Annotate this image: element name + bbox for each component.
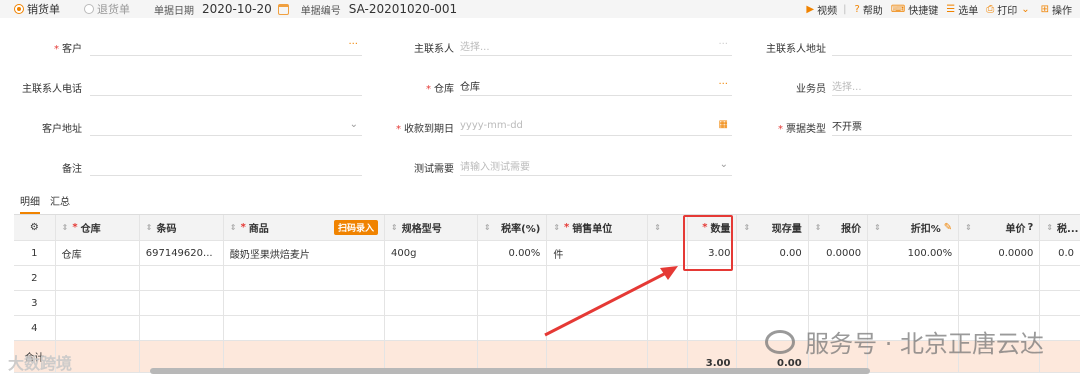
help-icon[interactable]: ? xyxy=(1028,222,1034,233)
warehouse-field[interactable]: 仓库 ··· xyxy=(460,76,732,96)
col-discount[interactable]: ⇕ 折扣% ✎ xyxy=(868,215,960,240)
table-row[interactable]: 1 仓库 697149620... 酸奶坚果烘焙麦片 400g 0.00% 件 … xyxy=(14,241,1080,266)
horizontal-scrollbar[interactable] xyxy=(150,368,870,374)
warehouse-label: * 仓库 xyxy=(426,84,454,95)
sale-order-radio[interactable]: 销货单 xyxy=(14,1,60,17)
col-quote[interactable]: ⇕ 报价 xyxy=(809,215,869,240)
col-unit-price[interactable]: ⇕ 单价? xyxy=(959,215,1041,240)
doc-no-label: 单据编号 xyxy=(300,5,341,17)
select-order-button[interactable]: ☰ 选单 xyxy=(946,2,978,17)
grid-icon: ⊞ xyxy=(1040,3,1049,15)
test-need-label: 测试需要 xyxy=(414,164,454,175)
table-row[interactable]: 2 xyxy=(14,266,1080,291)
calendar-icon[interactable]: ▦ xyxy=(719,119,728,130)
contact-label: 主联系人 xyxy=(414,44,454,55)
watermark: 服务号 · 北京正唐云达 xyxy=(765,324,1044,359)
chevron-down-icon[interactable]: ⌄ xyxy=(720,159,728,170)
col-warehouse[interactable]: ⇕ * 仓库 xyxy=(56,215,140,240)
date-label: 单据日期 xyxy=(154,5,194,17)
video-button[interactable]: ▶ 视频 | xyxy=(806,2,846,17)
col-tax-rate[interactable]: ⇕ 税率(%) xyxy=(478,215,548,240)
col-barcode[interactable]: ⇕ 条码 xyxy=(140,215,224,240)
grid-settings-icon[interactable]: ⚙ xyxy=(14,215,56,240)
radio-unselected-icon xyxy=(84,4,94,14)
calendar-icon[interactable] xyxy=(277,3,289,15)
chevron-down-icon[interactable]: ⌄ xyxy=(350,119,358,130)
contact-address-field[interactable] xyxy=(832,36,1072,56)
invoice-type-field[interactable]: 不开票 xyxy=(832,116,1072,136)
quantity-highlight-box xyxy=(683,215,733,271)
due-date-label: * 收款到期日 xyxy=(396,124,454,135)
date-value[interactable]: 2020-10-20 xyxy=(202,2,272,16)
form-row-3: 客户地址 ⌄ * 收款到期日 yyyy-mm-dd ▦ * 票据类型 不开票 xyxy=(0,110,1080,148)
grid-header-row: ⚙ ⇕ * 仓库 ⇕ 条码 ⇕ * 商品 扫码录入 ⇕ 规格型号 ⇕ 税率(%) ⇕ * 销售单位 … xyxy=(14,215,1080,241)
customer-label: * 客户 xyxy=(54,44,82,55)
operations-button[interactable]: ⊞ 操作 xyxy=(1041,2,1072,17)
due-date-field[interactable]: yyyy-mm-dd ▦ xyxy=(460,116,732,136)
col-sales-unit[interactable]: ⇕ * 销售单位 xyxy=(547,215,649,240)
note-label: 备注 xyxy=(62,164,82,175)
col-spec[interactable]: ⇕ 规格型号 xyxy=(385,215,479,240)
tab-summary[interactable]: 汇总 xyxy=(50,193,70,214)
toolbar: ▶ 视频 | ? 帮助 ⌨ 快捷键 ☰ 选单 ⎙ 打印 ⌄ ⊞ 操作 xyxy=(798,0,1072,18)
test-need-select[interactable]: 请输入测试需要 ⌄ xyxy=(460,156,732,176)
corner-watermark: 大数跨境 xyxy=(8,354,73,373)
note-field[interactable] xyxy=(90,156,362,176)
print-button[interactable]: ⎙ 打印 ⌄ xyxy=(986,2,1032,17)
doc-no-value: SA-20201020-001 xyxy=(348,2,458,16)
return-order-radio[interactable]: 退货单 xyxy=(84,1,130,17)
wechat-icon xyxy=(765,329,796,354)
help-icon: ? xyxy=(854,3,860,15)
contact-field[interactable]: 选择... ··· xyxy=(460,36,732,56)
list-icon: ☰ xyxy=(946,3,956,15)
col-blank: ⇕ xyxy=(648,215,688,240)
edit-icon[interactable]: ✎ xyxy=(944,222,952,233)
more-icon[interactable]: ··· xyxy=(718,39,728,50)
radio-selected-icon xyxy=(14,4,24,14)
col-stock[interactable]: ⇕ 现存量 xyxy=(737,215,809,240)
contact-address-label: 主联系人地址 xyxy=(766,44,826,55)
form-row-1: * 客户 ··· 主联系人 选择... ··· 主联系人地址 xyxy=(0,30,1080,68)
scan-entry-button[interactable]: 扫码录入 xyxy=(334,220,379,235)
document-header-bar: 销货单 退货单 单据日期 2020-10-20 单据编号 SA-20201020… xyxy=(0,0,1080,18)
more-icon[interactable]: ··· xyxy=(718,79,728,90)
invoice-type-label: * 票据类型 xyxy=(778,124,826,135)
form-row-2: 主联系人电话 * 仓库 仓库 ··· 业务员 选择... xyxy=(0,70,1080,108)
salesman-field[interactable]: 选择... xyxy=(832,76,1072,96)
contact-phone-label: 主联系人电话 xyxy=(22,84,82,95)
customer-address-label: 客户地址 xyxy=(42,124,82,135)
chevron-down-icon: ⌄ xyxy=(1021,3,1030,15)
printer-icon: ⎙ xyxy=(986,3,995,15)
salesman-label: 业务员 xyxy=(796,84,826,95)
customer-field[interactable]: ··· xyxy=(90,36,362,56)
detail-tabs: 明细 汇总 xyxy=(20,193,80,214)
col-tax-amount[interactable]: ⇕ 税... xyxy=(1040,215,1080,240)
play-icon: ▶ xyxy=(806,3,815,15)
more-icon[interactable]: ··· xyxy=(348,39,358,50)
col-product[interactable]: ⇕ * 商品 扫码录入 xyxy=(224,215,386,240)
keyboard-icon: ⌨ xyxy=(890,3,906,15)
shortcut-button[interactable]: ⌨ 快捷键 xyxy=(891,2,938,17)
table-row[interactable]: 3 xyxy=(14,291,1080,316)
contact-phone-field[interactable] xyxy=(90,76,362,96)
tab-detail[interactable]: 明细 xyxy=(20,193,40,214)
form-row-4: 备注 测试需要 请输入测试需要 ⌄ xyxy=(0,150,1080,188)
help-button[interactable]: ? 帮助 xyxy=(855,2,883,17)
customer-address-select[interactable]: ⌄ xyxy=(90,116,362,136)
